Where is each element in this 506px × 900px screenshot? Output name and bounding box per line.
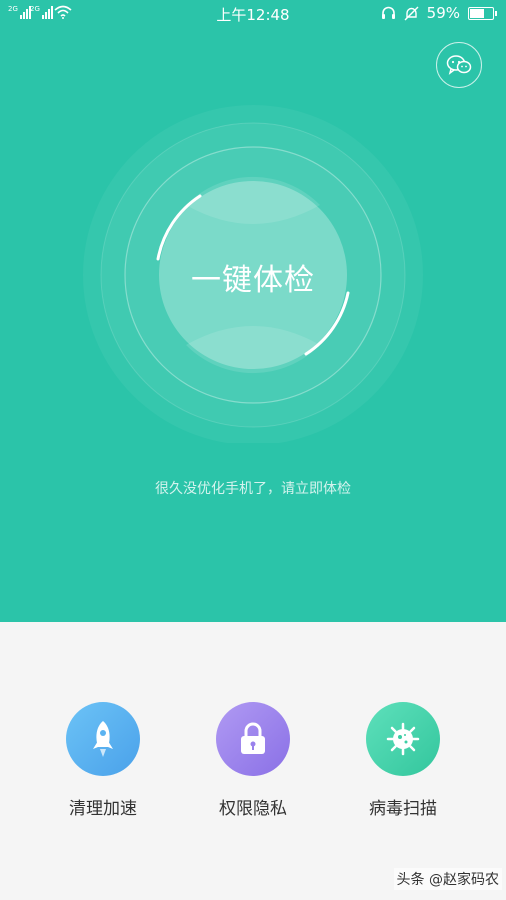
check-button-label: 一键体检	[191, 263, 315, 298]
feature-panel: 清理加速 权限隐私 病毒扫描 头条 @赵家码农	[0, 622, 506, 900]
battery-percent: 59%	[426, 4, 460, 22]
wechat-icon[interactable]	[436, 42, 482, 88]
battery-icon	[468, 6, 497, 20]
hint-text: 很久没优化手机了，请立即体检	[155, 481, 351, 497]
top-panel: 2G 2G 上午12:48 59% 一键体检 很久没优化手机了，请立即体检	[0, 0, 506, 622]
feature-clean-boost[interactable]: 清理加速	[48, 702, 158, 819]
feature-label: 病毒扫描	[369, 799, 437, 819]
mute-bell-icon	[404, 6, 419, 20]
headset-icon	[381, 6, 395, 19]
feature-label: 清理加速	[69, 799, 137, 819]
feature-virus-scan[interactable]: 病毒扫描	[348, 702, 458, 819]
feature-label: 权限隐私	[219, 799, 287, 819]
lock-icon	[216, 702, 290, 776]
one-click-check-button[interactable]: 一键体检	[160, 184, 346, 370]
rocket-icon	[66, 702, 140, 776]
watermark: 头条 @赵家码农	[393, 868, 502, 890]
virus-icon	[366, 702, 440, 776]
status-bar: 2G 2G 上午12:48 59%	[0, 0, 506, 26]
feature-permission-privacy[interactable]: 权限隐私	[198, 702, 308, 819]
